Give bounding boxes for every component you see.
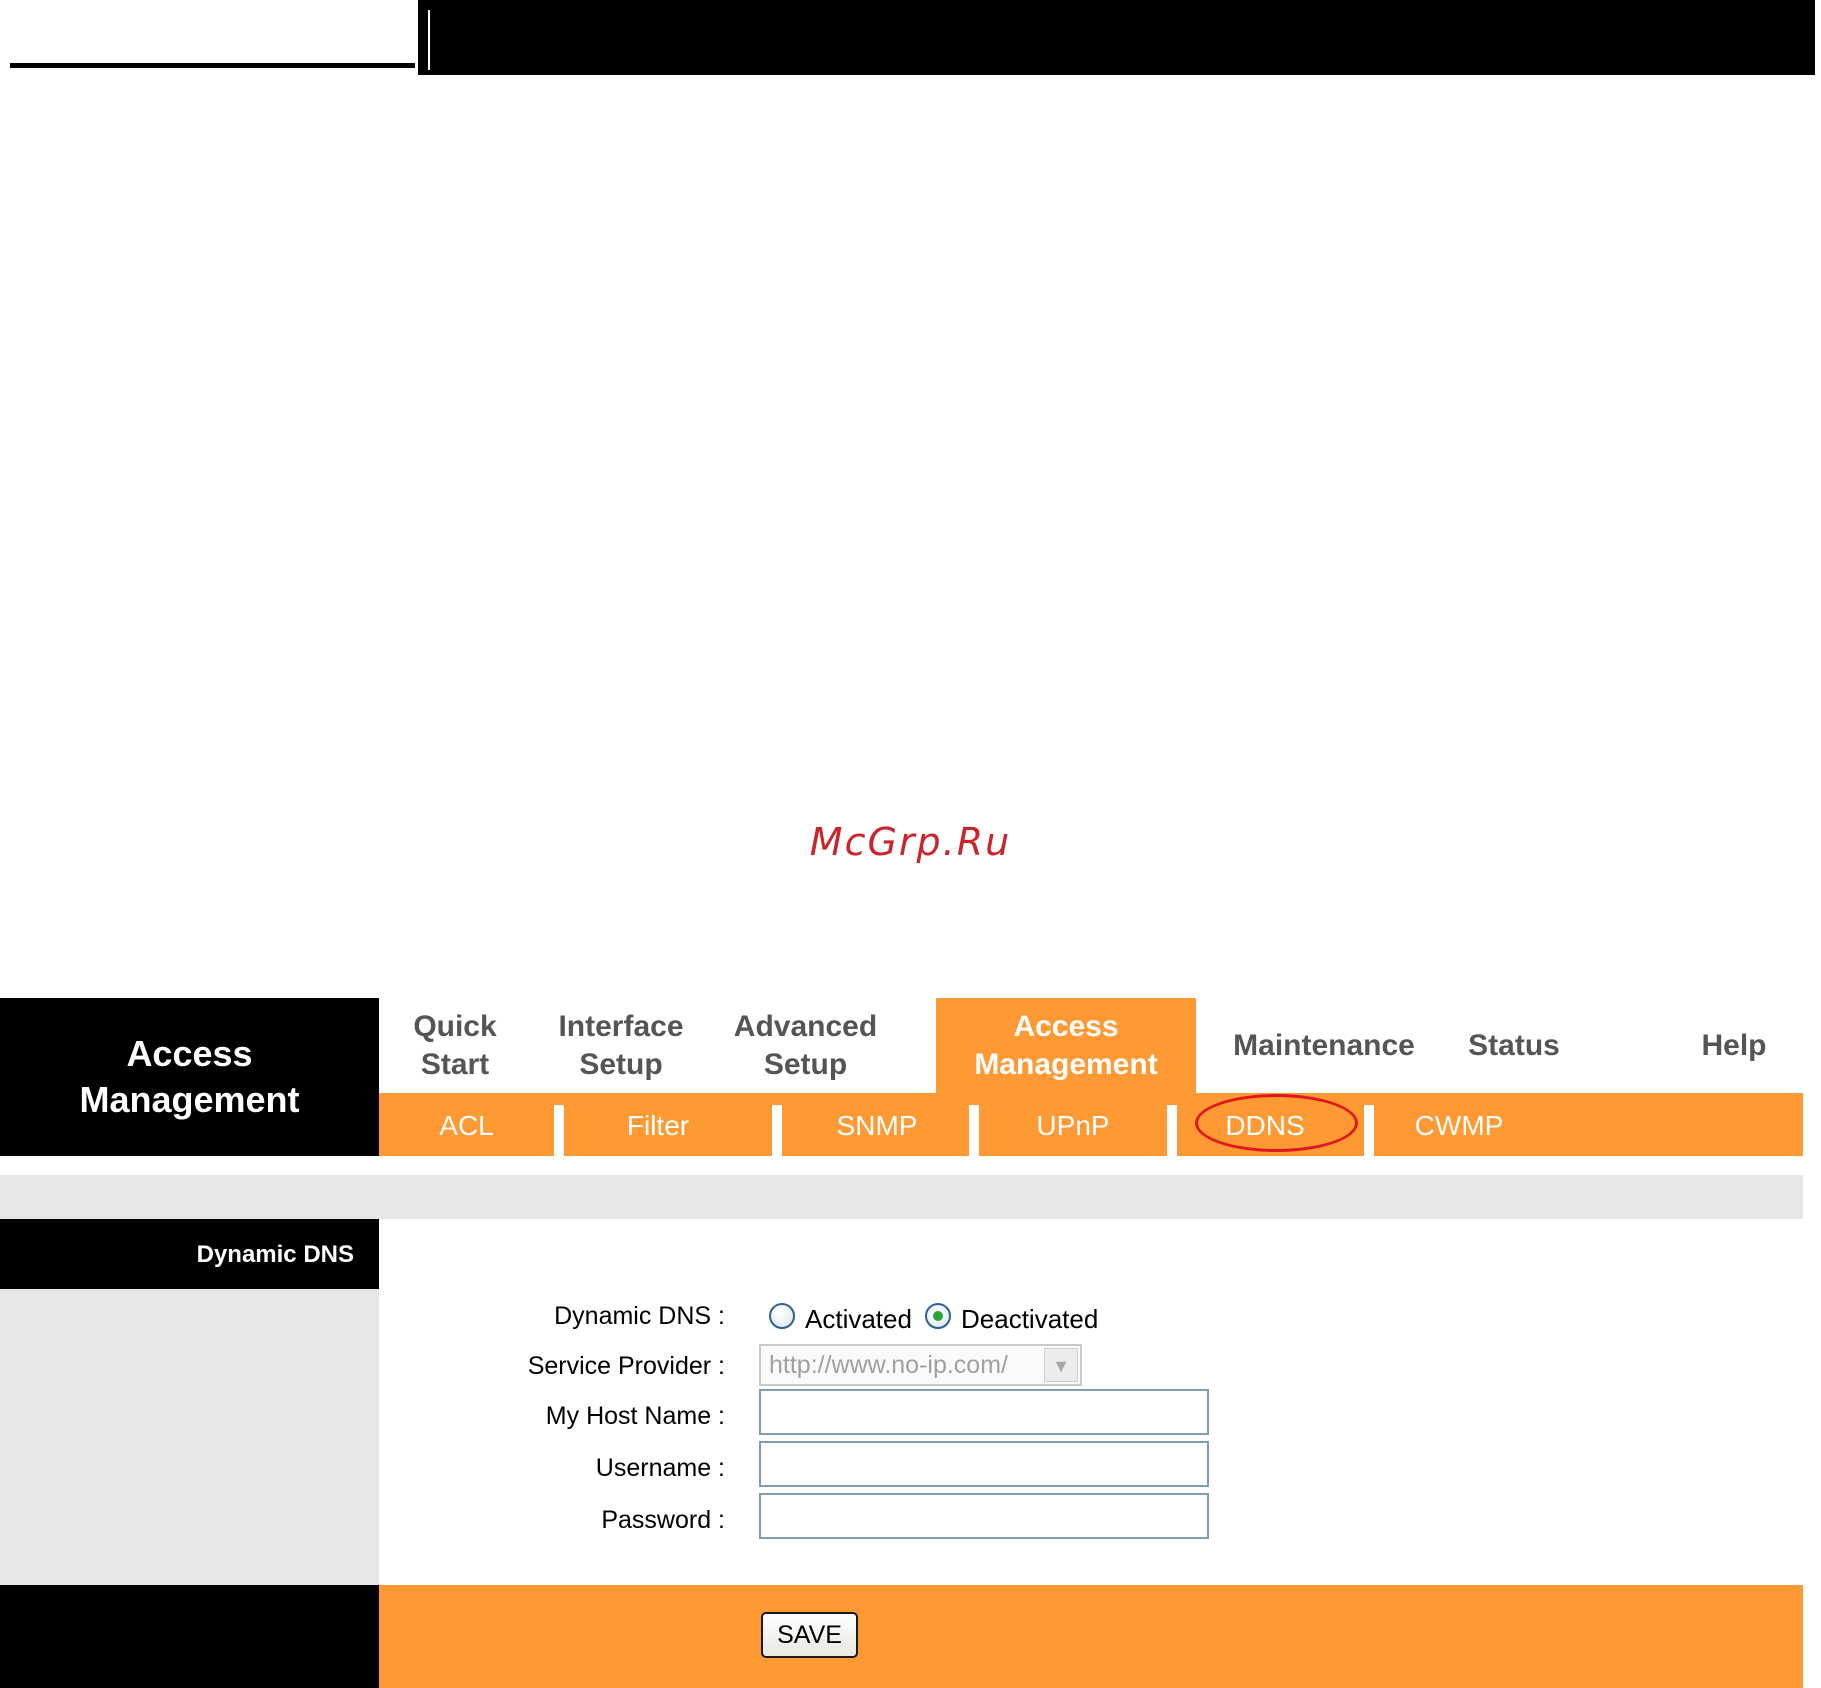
username-input[interactable] [759,1441,1209,1487]
host-name-label: My Host Name : [545,1402,725,1430]
service-provider-select[interactable]: http://www.no-ip.com/ ▼ [759,1344,1082,1386]
top-menu: Quick Start Interface Setup Advanced Set… [379,998,1803,1093]
brand-line-1: Access [126,1033,253,1074]
submenu-cwmp[interactable]: CWMP [1374,1093,1544,1156]
document-header [10,0,1815,78]
sub-menu: ACL Filter SNMP UPnP DDNS CWMP [379,1093,1803,1156]
info-band [0,1175,1803,1219]
deactivated-radio[interactable] [925,1303,951,1329]
menu-help-label: Help [1701,1028,1767,1062]
submenu-filter[interactable]: Filter [564,1093,752,1156]
menu-access-management-line-1: Access [1013,1009,1119,1043]
activated-radio[interactable] [769,1303,795,1329]
menu-interface-setup-line-2: Setup [579,1047,663,1081]
footer-bar [379,1585,1803,1688]
menu-interface-setup-line-1: Interface [558,1009,684,1043]
menu-maintenance-label: Maintenance [1233,1028,1415,1062]
submenu-separator [554,1105,564,1156]
menu-access-management-line-2: Management [974,1047,1158,1081]
ddns-highlight-ring [1195,1094,1358,1152]
router-ui: Access Management Quick Start Interface … [0,998,1803,1688]
footer-left [0,1585,379,1688]
deactivated-label: Deactivated [961,1304,1099,1334]
side-panel [0,1289,379,1585]
submenu-upnp[interactable]: UPnP [979,1093,1167,1156]
menu-advanced-setup-line-2: Setup [763,1047,848,1081]
menu-interface-setup[interactable]: Interface Setup [531,998,711,1093]
username-label: Username : [595,1454,725,1482]
header-left-rule [10,0,415,68]
submenu-separator [1364,1105,1374,1156]
dynamic-dns-row: Dynamic DNS : Activated Deactivated [379,1300,1803,1340]
dynamic-dns-label: Dynamic DNS : [554,1302,725,1330]
submenu-snmp[interactable]: SNMP [782,1093,972,1156]
chevron-down-icon[interactable]: ▼ [1044,1348,1078,1382]
menu-quick-start[interactable]: Quick Start [379,998,531,1093]
password-label: Password : [601,1506,725,1534]
menu-advanced-setup-line-1: Advanced [733,1009,878,1043]
submenu-acl[interactable]: ACL [379,1093,554,1156]
menu-quick-start-line-1: Quick [413,1009,497,1043]
watermark: McGrp.Ru [809,820,1012,864]
service-provider-label: Service Provider : [527,1352,725,1380]
menu-maintenance[interactable]: Maintenance [1219,998,1429,1093]
menu-status-label: Status [1468,1028,1560,1062]
save-button[interactable]: SAVE [761,1612,858,1658]
host-name-input[interactable] [759,1389,1209,1435]
brand-line-2: Management [79,1079,300,1120]
password-input[interactable] [759,1493,1209,1539]
menu-status[interactable]: Status [1439,998,1589,1093]
menu-access-management[interactable]: Access Management [936,998,1196,1093]
service-provider-row: Service Provider : [379,1344,1803,1390]
submenu-separator [772,1105,782,1156]
header-black-bar [418,0,1815,75]
activated-label: Activated [805,1304,912,1334]
menu-quick-start-line-2: Start [420,1047,490,1081]
menu-help[interactable]: Help [1679,998,1789,1093]
menu-advanced-setup[interactable]: Advanced Setup [711,998,900,1093]
submenu-separator [1167,1105,1177,1156]
page-brand-title: Access Management [0,998,379,1156]
service-provider-value: http://www.no-ip.com/ [769,1351,1008,1379]
submenu-separator [969,1105,979,1156]
section-title: Dynamic DNS [0,1219,379,1289]
